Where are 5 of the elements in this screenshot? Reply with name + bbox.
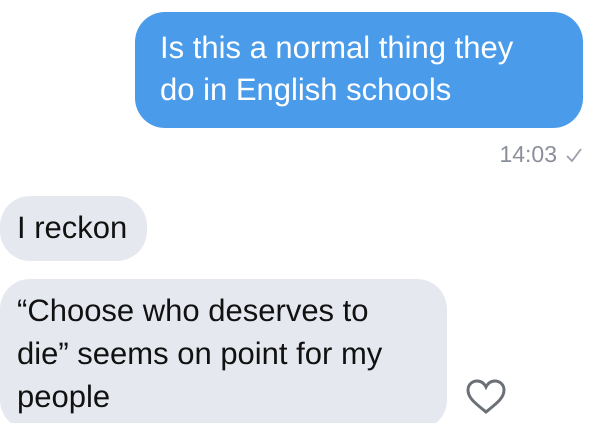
heart-icon[interactable] (465, 379, 507, 415)
message-time: 14:03 (499, 141, 557, 168)
message-bubble: I reckon (0, 196, 148, 261)
message-bubble: “Choose who deserves to die” seems on point for my people (0, 279, 447, 423)
message-bubble: Is this a normal thing they do in English schools (135, 12, 583, 128)
